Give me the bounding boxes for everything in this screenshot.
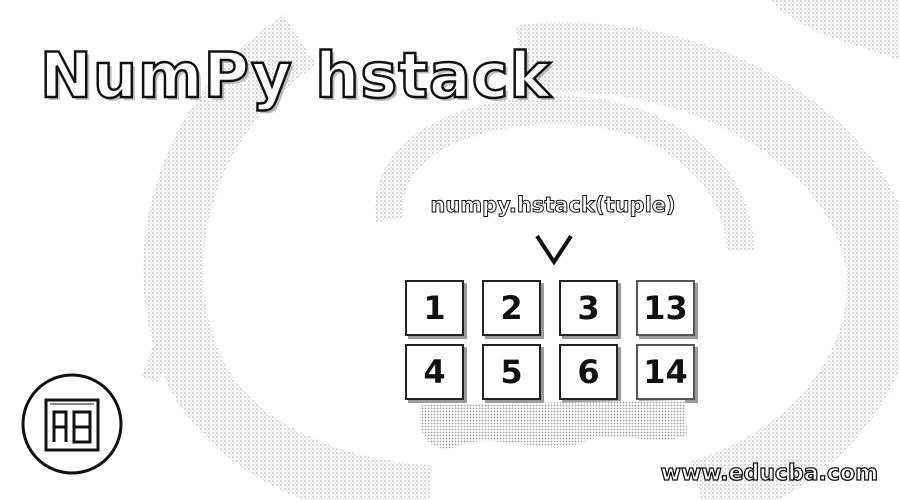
syntax-label: numpy.hstack(tuple) [430,193,676,218]
chevron-down-icon [535,234,573,266]
page-title: NumPy hstack [39,38,552,113]
array-cell: 5 [482,344,541,400]
array-cell: 13 [636,280,695,336]
array-cell: 3 [559,280,618,336]
array-cell: 1 [405,280,464,336]
array-cell: 4 [405,344,464,400]
array-cell: 2 [482,280,541,336]
website-url: www.educba.com [660,460,879,486]
array-grid: 1 2 3 13 4 5 6 14 [405,280,695,400]
shadow-scribble [420,400,687,449]
array-cell: 6 [559,344,618,400]
educba-logo-icon [21,373,123,475]
array-cell: 14 [636,344,695,400]
